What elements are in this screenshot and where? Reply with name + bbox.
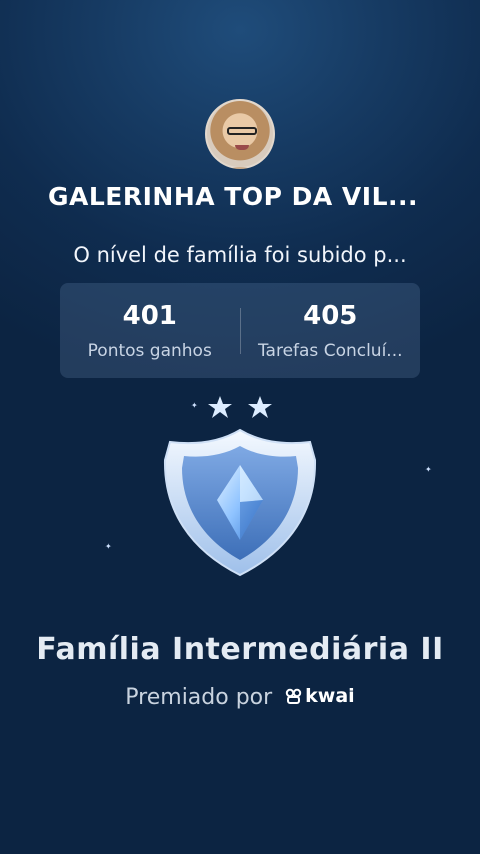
points-label: Pontos ganhos xyxy=(87,340,212,361)
sparkle-icon: ✦ xyxy=(425,465,432,474)
kwai-icon xyxy=(285,688,302,704)
avatar-mouth xyxy=(235,145,249,150)
kwai-wordmark: kwai xyxy=(305,685,355,707)
stats-panel: 401 Pontos ganhos 405 Tarefas Concluí... xyxy=(60,283,420,378)
family-avatar[interactable] xyxy=(205,99,275,169)
points-value: 401 xyxy=(122,300,177,331)
awarded-by-row: Premiado por kwai xyxy=(0,685,480,710)
family-name: GALERINHA TOP DA VIL... xyxy=(47,182,419,211)
sparkle-icon: ✦ xyxy=(105,542,112,551)
tasks-value: 405 xyxy=(303,300,358,331)
star-icon xyxy=(248,396,272,418)
star-icon xyxy=(208,396,232,418)
level-up-message: O nível de família foi subido p... xyxy=(73,243,407,267)
award-title: Família Intermediária II xyxy=(36,632,444,667)
kwai-logo: kwai xyxy=(285,685,355,707)
stat-tasks: 405 Tarefas Concluí... xyxy=(241,301,421,361)
stat-points: 401 Pontos ganhos xyxy=(60,301,240,361)
awarded-by-label: Premiado por xyxy=(125,685,273,710)
avatar-glasses xyxy=(227,127,257,135)
level-badge xyxy=(163,396,317,577)
tasks-label: Tarefas Concluí... xyxy=(257,340,403,361)
